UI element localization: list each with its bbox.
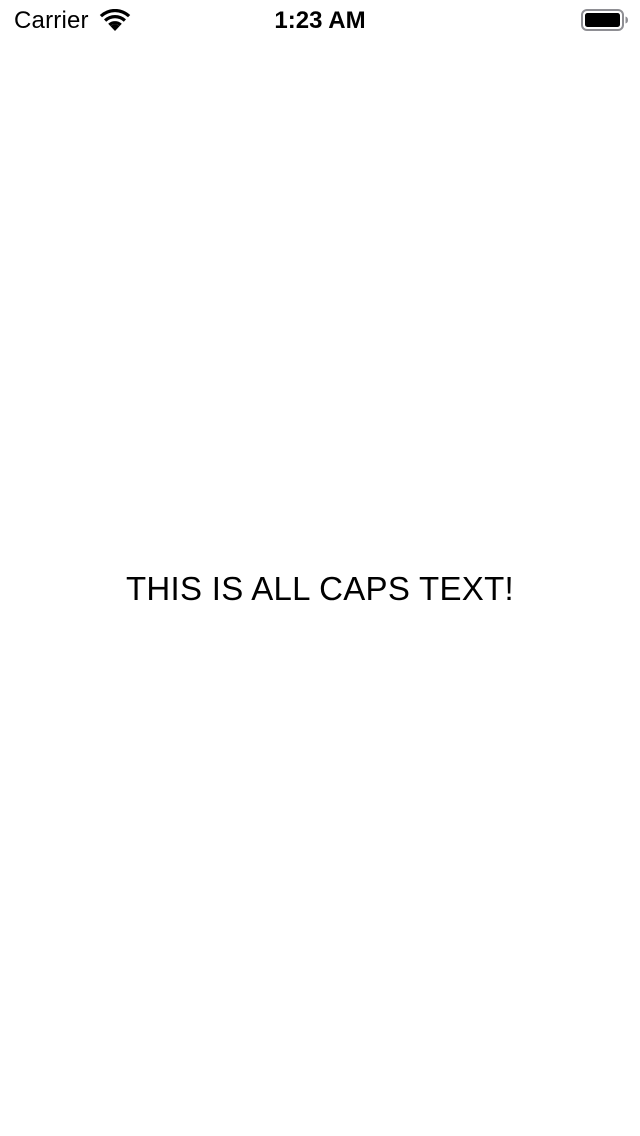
all-caps-label: THIS IS ALL CAPS TEXT!: [125, 570, 515, 607]
status-time: 1:23 AM: [274, 7, 366, 34]
battery-icon: [581, 9, 629, 31]
main-content: THIS IS ALL CAPS TEXT!: [0, 40, 640, 1136]
status-bar: Carrier 1:23 AM: [0, 0, 640, 40]
